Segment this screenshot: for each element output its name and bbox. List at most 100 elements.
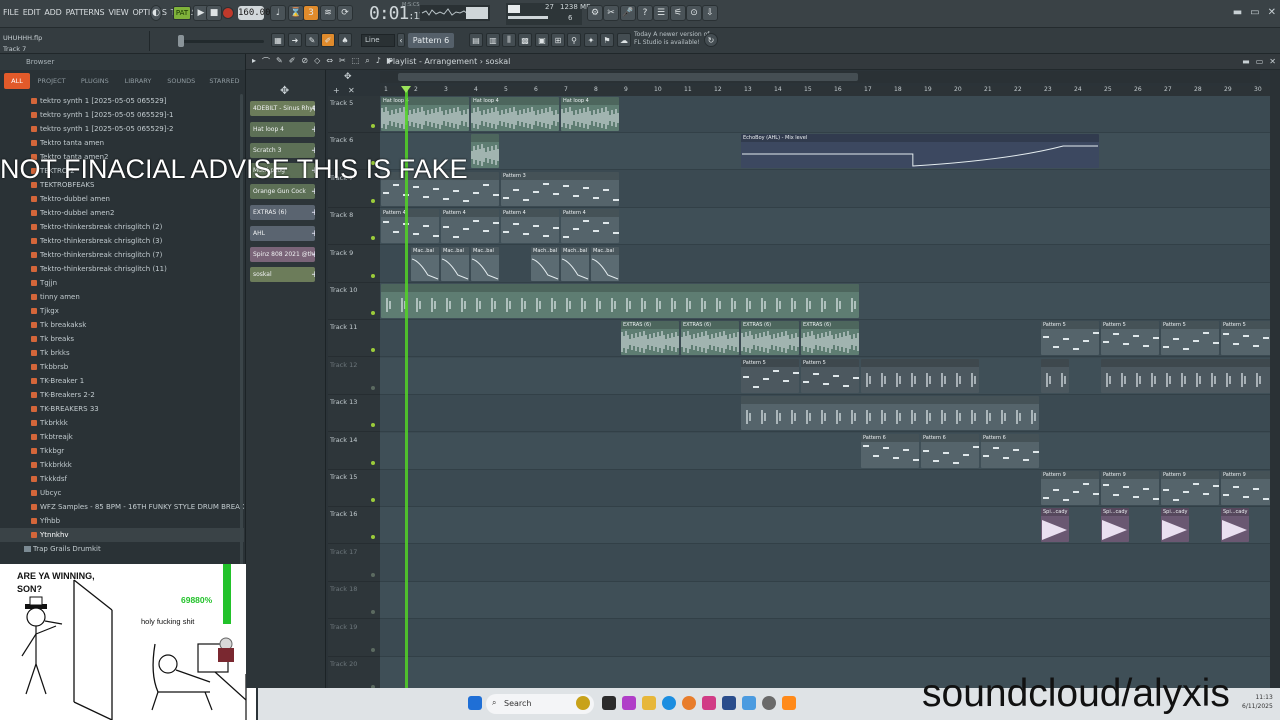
playlist-clip[interactable] — [861, 358, 979, 393]
channel-button[interactable]: Hat loop 4 + — [250, 121, 315, 137]
browser-file-item[interactable]: Tkkbgr — [0, 444, 244, 458]
copilot-icon[interactable] — [622, 696, 636, 710]
playback-icon[interactable]: ♪ — [376, 56, 381, 67]
browser-file-item[interactable]: tinny amen — [0, 290, 244, 304]
track-enable-led[interactable] — [371, 423, 375, 428]
browser-file-item[interactable]: tektro synth 1 [2025-05-05 065529]-1 — [0, 108, 244, 122]
cut-icon[interactable]: ✂ — [603, 5, 619, 21]
track-header[interactable]: Track 16 — [328, 507, 380, 545]
playlist-clip[interactable]: Pattern 4 — [441, 209, 499, 244]
news-panel[interactable]: Today A newer version of FL Studio is av… — [634, 31, 709, 47]
playlist-clip[interactable]: Mach..bal — [531, 246, 559, 281]
track-header[interactable]: Track 10 — [328, 283, 380, 320]
playlist-clip[interactable]: Spi...cady — [1101, 508, 1129, 543]
playlist-restore-icon[interactable]: ▭ — [1256, 57, 1264, 66]
channel-add-icon[interactable]: + — [311, 123, 315, 137]
playlist-clip[interactable] — [381, 284, 859, 318]
browser-file-item[interactable]: Tektro tanta amen — [0, 136, 244, 150]
download-icon[interactable]: ⇩ — [702, 5, 718, 21]
browser-file-item[interactable]: Tektro-dubbel amen — [0, 192, 244, 206]
widgets-icon[interactable] — [576, 696, 590, 710]
track-header[interactable]: Track 12 — [328, 358, 380, 395]
pattern-prev-icon[interactable]: ‹ — [397, 33, 405, 47]
playlist-clip[interactable]: Pattern 6 — [861, 433, 919, 468]
playlist-clip[interactable]: Pattern 4 — [381, 209, 439, 244]
track-enable-led[interactable] — [371, 348, 375, 353]
update-icon[interactable]: ↻ — [704, 33, 718, 47]
track-enable-led[interactable] — [371, 273, 375, 278]
playlist-clip[interactable]: Pattern 5 — [1041, 321, 1099, 356]
browser-tab-starred[interactable]: STARRED — [203, 73, 246, 89]
metronome-icon[interactable]: ♩ — [270, 5, 286, 21]
browser-file-item[interactable]: tektro synth 1 [2025-05-05 065529] — [0, 94, 244, 108]
piano-roll-icon[interactable]: ▦ — [271, 33, 285, 47]
help-icon[interactable]: ? — [637, 5, 653, 21]
browser-file-item[interactable]: TK-BREAKERS 33 — [0, 402, 244, 416]
browser-file-item[interactable]: Tektro-thinkersbreak chrisglitch (11) — [0, 262, 244, 276]
channel-button[interactable]: EXTRAS (6) + — [250, 205, 315, 220]
plugin-picker-icon[interactable]: ⊙ — [686, 5, 702, 21]
playlist-clip[interactable] — [1041, 358, 1069, 393]
browser-file-item[interactable]: TK-Breakers 2-2 — [0, 388, 244, 402]
browser-file-item[interactable]: Tkkbrkkk — [0, 458, 244, 472]
browser-file-item[interactable]: TK-Breaker 1 — [0, 374, 244, 388]
browser-file-item[interactable]: Ubcyc — [0, 486, 244, 500]
browser-file-item[interactable]: Tektro-thinkersbreak chrisglitch (7) — [0, 248, 244, 262]
browser-file-item[interactable]: Tektro-thinkersbreak chrisglitch (2) — [0, 220, 244, 234]
snap-select[interactable]: Line — [361, 34, 395, 47]
browser-file-item[interactable]: Tkbtreajk — [0, 430, 244, 444]
stop-button[interactable]: ■ — [206, 5, 222, 21]
browser-tab-project[interactable]: PROJECT — [30, 73, 73, 89]
playlist-clip[interactable]: Mac..bal — [411, 246, 439, 281]
channel-button[interactable]: soskal + — [250, 267, 315, 283]
playlist-clip[interactable]: EXTRAS (6) — [681, 321, 739, 356]
playlist-clip[interactable] — [1101, 358, 1270, 393]
playlist-minimize-icon[interactable]: ▬ — [1242, 57, 1250, 66]
track-enable-led[interactable] — [371, 311, 375, 315]
pattern-song-toggle[interactable]: PAT — [173, 6, 191, 20]
track-header[interactable]: Track 11 — [328, 320, 380, 358]
track-enable-led[interactable] — [371, 460, 375, 465]
maximize-icon[interactable]: ▭ — [1250, 7, 1259, 18]
track-header[interactable]: Track 5 — [328, 96, 380, 133]
playlist-close-icon[interactable]: ✕ — [1269, 57, 1276, 66]
taskbar-clock[interactable]: 11:13 6/11/2025 — [1242, 693, 1273, 711]
stamp-tool-icon[interactable]: ♠ — [338, 33, 352, 47]
playlist-clip[interactable]: Pattern 9 — [1221, 471, 1270, 505]
track-enable-led[interactable] — [371, 572, 375, 577]
browser-file-item[interactable]: Tk breaks — [0, 332, 244, 346]
mute-icon[interactable]: ◇ — [314, 56, 320, 67]
browser-tab-library[interactable]: LIBRARY — [116, 73, 159, 89]
photos-icon[interactable] — [742, 696, 756, 710]
remove-track-icon[interactable]: ✕ — [348, 86, 355, 95]
playlist-clip[interactable]: Pattern 5 — [741, 358, 799, 393]
browser-file-item[interactable]: Tkkkdsf — [0, 472, 244, 486]
menu-item-file[interactable]: FILE — [3, 8, 19, 17]
playlist-icon[interactable]: ▤ — [469, 33, 483, 47]
channel-button[interactable]: AHL + — [250, 225, 315, 241]
browser-file-item[interactable]: Tkbbrsb — [0, 360, 244, 374]
playlist-clip[interactable]: Mac..bal — [471, 246, 499, 281]
close-icon[interactable]: ✕ — [1268, 7, 1276, 18]
menu-item-patterns[interactable]: PATTERNS — [66, 8, 105, 17]
track-enable-led[interactable] — [371, 647, 375, 652]
start-icon[interactable] — [468, 696, 482, 710]
playlist-clip[interactable]: Pattern 5 — [1101, 321, 1159, 356]
track-enable-led[interactable] — [371, 385, 375, 390]
browser-toggle-icon[interactable]: ☰ — [653, 5, 669, 21]
track-lane[interactable] — [380, 545, 1270, 582]
arrow-tool-icon[interactable]: ➜ — [288, 33, 302, 47]
store-icon[interactable] — [722, 696, 736, 710]
mixer-icon[interactable]: ⫼ — [502, 33, 516, 47]
slip-icon[interactable]: ⇔ — [326, 56, 333, 67]
browser-view-icon[interactable]: ▣ — [535, 33, 549, 47]
record-button[interactable] — [222, 7, 234, 19]
playlist-clip[interactable]: Mach..bal — [561, 246, 589, 281]
playlist-clip[interactable]: Hat loop 4 — [471, 97, 559, 131]
playlist-clip[interactable]: EXTRAS (6) — [801, 321, 859, 356]
playlist-clip[interactable]: Spi...cady — [1041, 508, 1069, 543]
browser-file-item[interactable]: WFZ Samples - 85 BPM - 16TH FUNKY STYLE … — [0, 500, 244, 514]
steam-icon[interactable] — [762, 696, 776, 710]
playlist-clip[interactable]: Mac..bal — [441, 246, 469, 281]
track-lane[interactable] — [380, 507, 1270, 545]
